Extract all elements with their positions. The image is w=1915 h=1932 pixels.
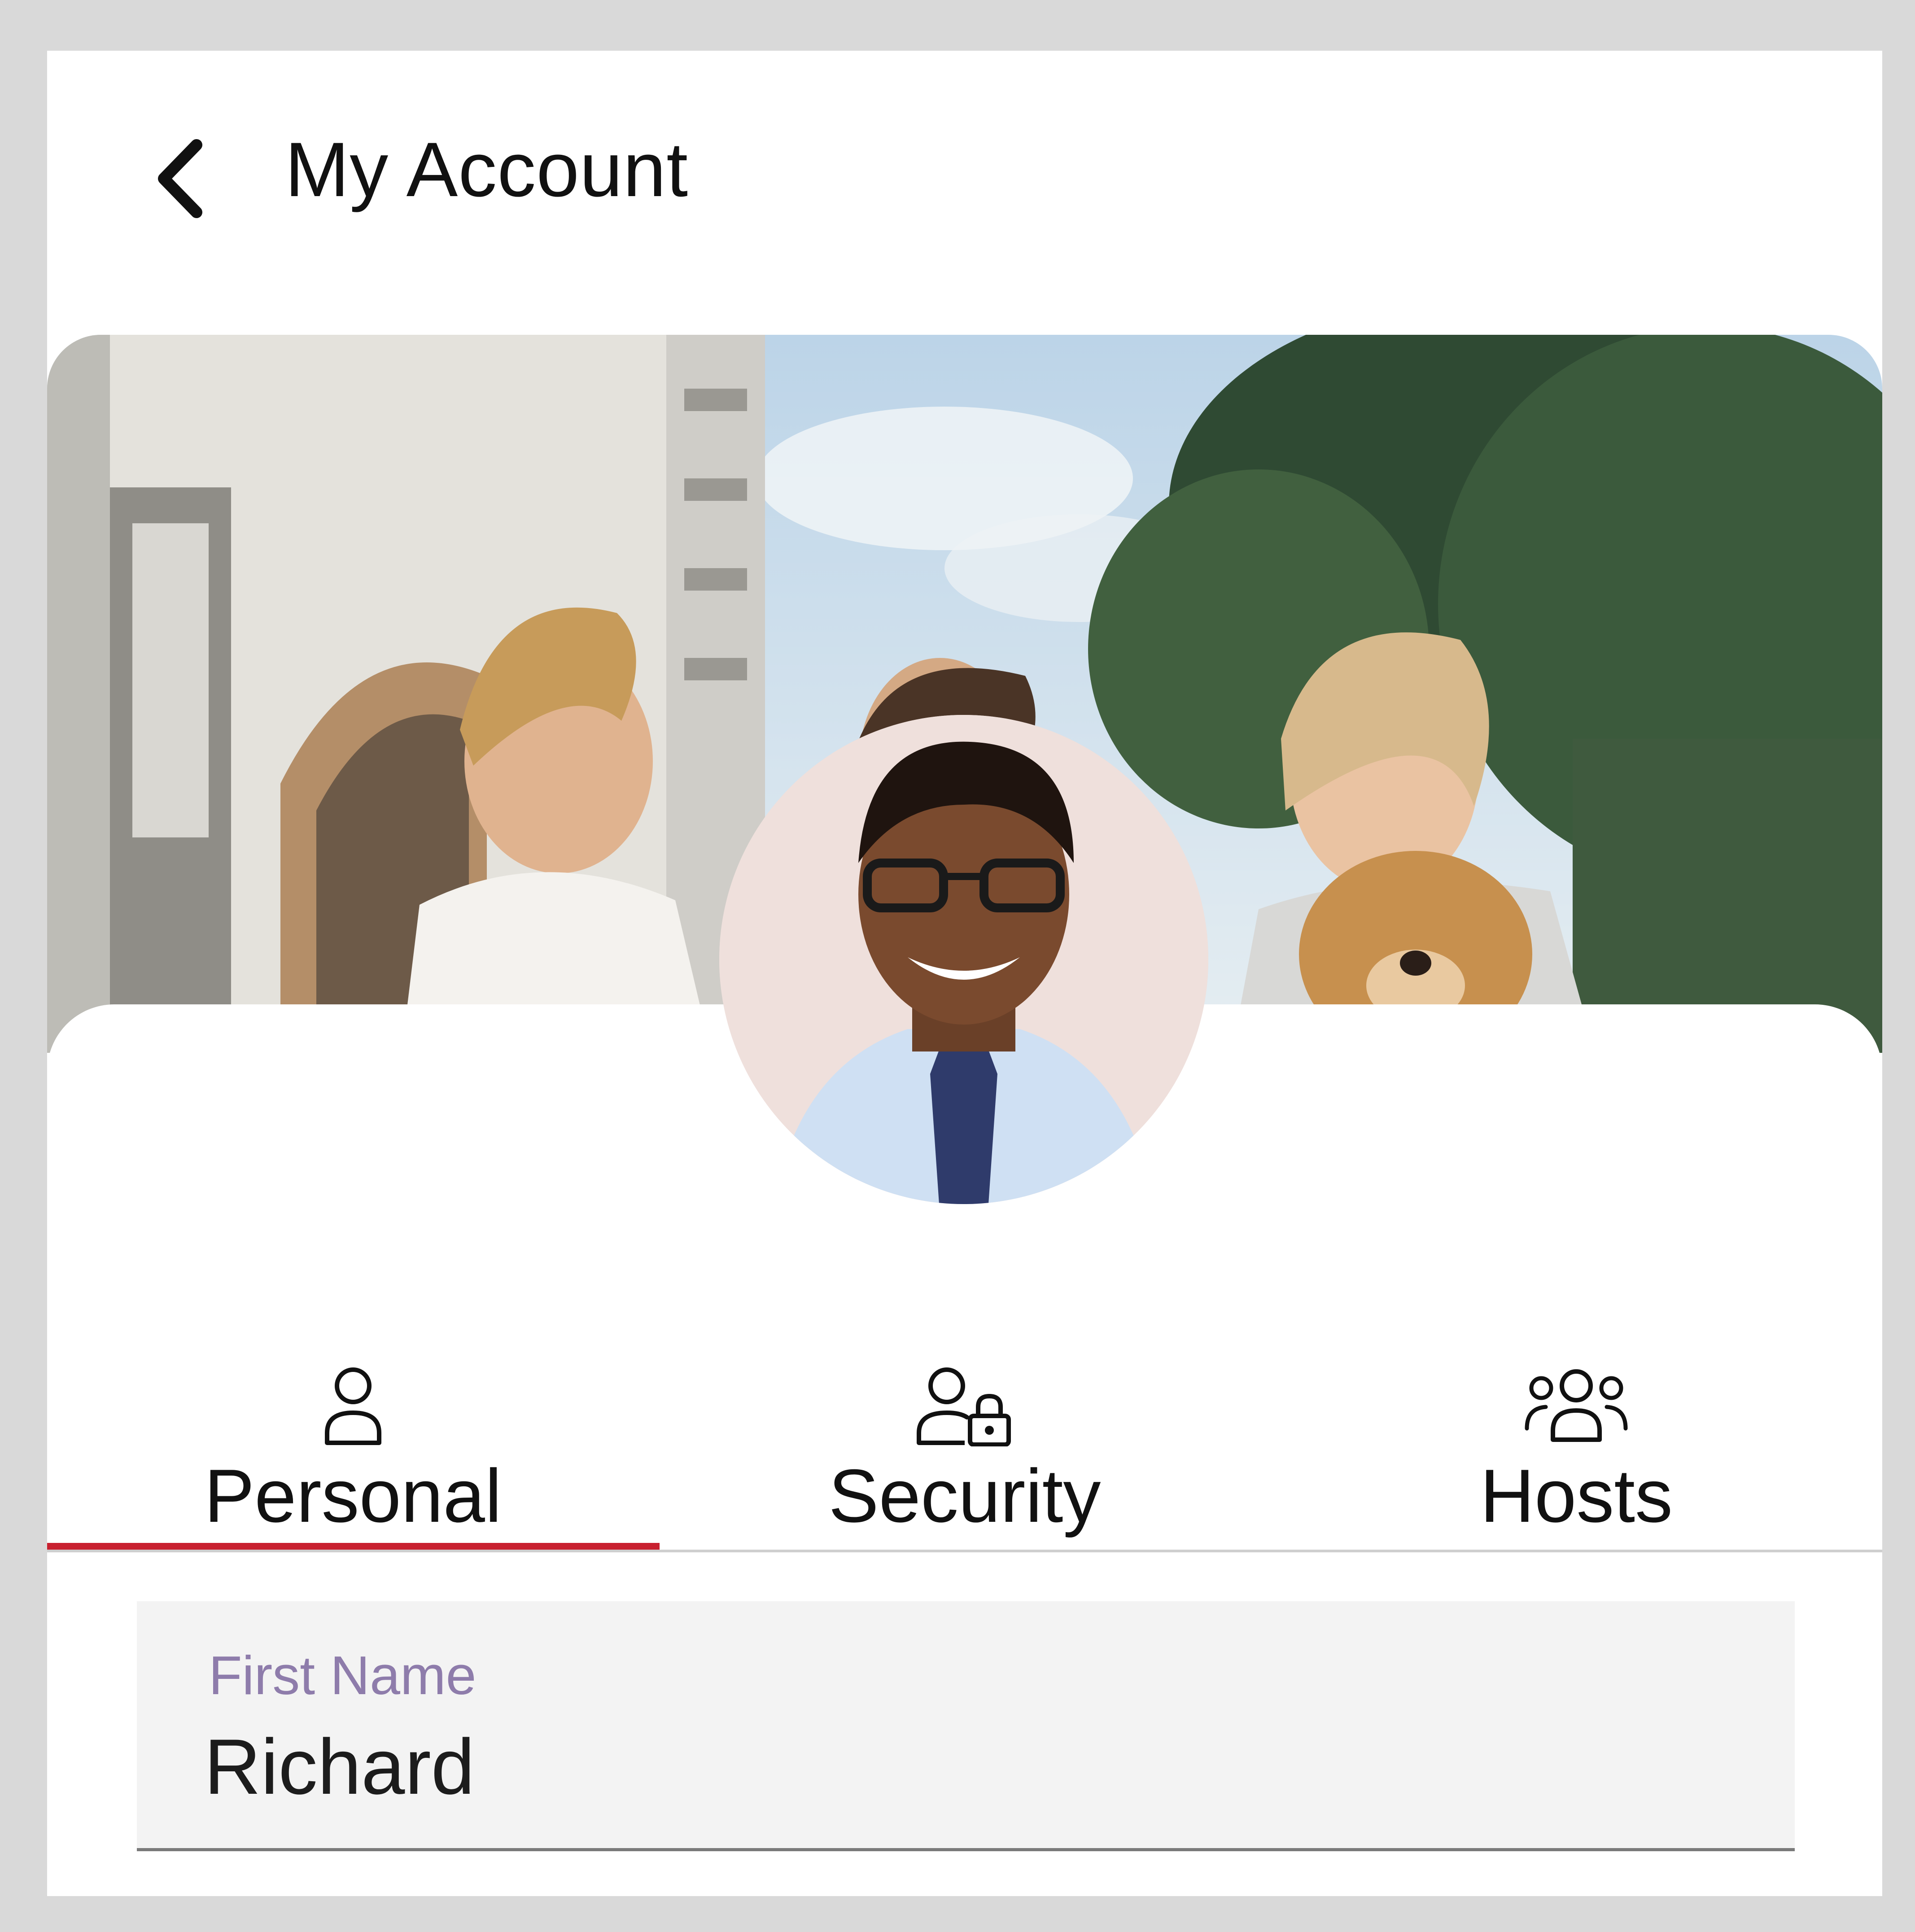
tab-label: Hosts [1480, 1454, 1673, 1538]
tab-hosts[interactable]: Hosts [1271, 1298, 1882, 1543]
app-header: My Account [47, 51, 1882, 284]
avatar[interactable] [719, 715, 1208, 1204]
person-lock-icon [911, 1366, 1019, 1447]
tab-label: Security [828, 1454, 1101, 1538]
first-name-label: First Name [209, 1645, 477, 1706]
first-name-field[interactable]: First Name [137, 1601, 1795, 1851]
page-title: My Account [285, 127, 689, 213]
app-screen: My Account Personal Security Hosts First… [47, 51, 1882, 1896]
chevron-left-icon [158, 139, 202, 218]
person-icon [299, 1366, 407, 1446]
account-tabs: Personal Security Hosts [47, 1298, 1882, 1543]
tab-label: Personal [204, 1454, 502, 1538]
tab-security[interactable]: Security [659, 1298, 1270, 1543]
back-button[interactable] [144, 134, 215, 223]
tab-personal[interactable]: Personal [47, 1298, 659, 1543]
tabs-divider [47, 1550, 1882, 1552]
first-name-input[interactable] [204, 1722, 1685, 1812]
group-icon [1522, 1366, 1630, 1446]
